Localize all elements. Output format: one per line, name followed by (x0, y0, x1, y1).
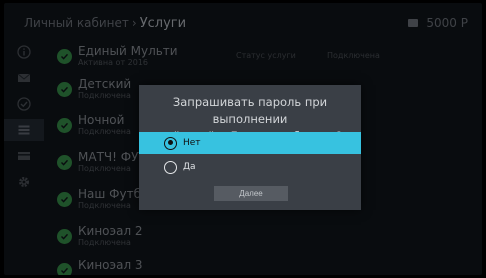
option-label: Да (183, 162, 196, 172)
next-button[interactable]: Далее (214, 186, 288, 201)
option-no[interactable]: Нет (139, 132, 361, 154)
option-label: Нет (183, 138, 201, 148)
tv-screen: Личный кабинет › Услуги 5000 Р Единый Муль… (4, 3, 482, 275)
option-yes[interactable]: Да (139, 156, 361, 178)
radio-empty-icon (164, 160, 177, 174)
dialog-question-line: Запрашивать пароль при выполнении (172, 95, 328, 126)
radio-selected-icon (164, 136, 177, 150)
password-dialog: Запрашивать пароль при выполнении действ… (139, 85, 361, 210)
